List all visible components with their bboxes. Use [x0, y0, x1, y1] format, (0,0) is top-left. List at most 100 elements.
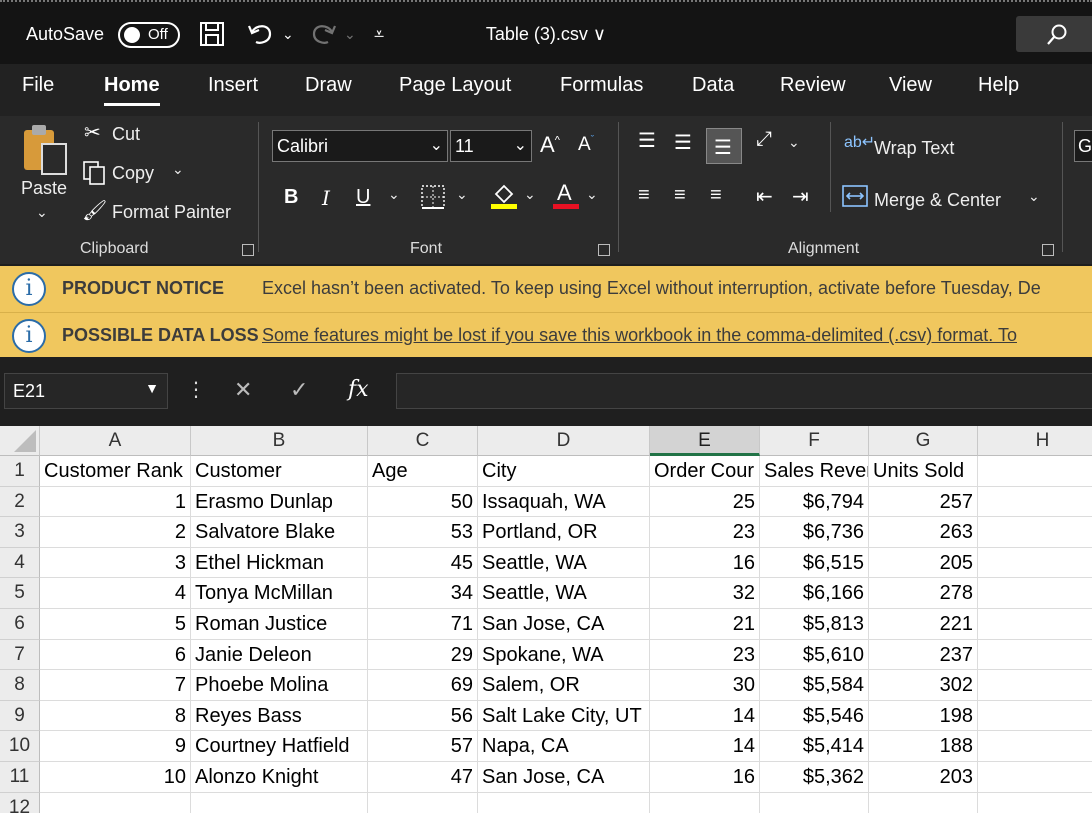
table-cell[interactable]: 56: [368, 700, 478, 732]
table-cell[interactable]: Salem, OR: [478, 670, 650, 701]
table-cell[interactable]: $6,736: [760, 517, 869, 548]
paste-button[interactable]: Paste: [21, 178, 67, 199]
table-cell[interactable]: 29: [368, 639, 478, 671]
header-cell[interactable]: Order Cour: [650, 456, 760, 487]
table-cell[interactable]: 5: [40, 609, 191, 640]
table-cell[interactable]: San Jose, CA: [478, 609, 650, 640]
table-cell[interactable]: $5,813: [760, 609, 869, 640]
table-cell[interactable]: Alonzo Knight: [191, 762, 368, 793]
table-cell[interactable]: 34: [368, 578, 478, 609]
select-all-button[interactable]: [0, 426, 40, 456]
table-cell[interactable]: [978, 548, 1092, 579]
align-left-icon[interactable]: ≡: [638, 184, 650, 207]
table-cell[interactable]: [978, 609, 1092, 640]
column-header-g[interactable]: G: [869, 426, 978, 456]
table-cell[interactable]: Janie Deleon: [191, 639, 368, 671]
paste-dropdown-icon[interactable]: ⌄: [36, 204, 48, 221]
row-header-1[interactable]: 1: [0, 456, 40, 487]
table-cell[interactable]: [978, 793, 1092, 813]
font-color-icon[interactable]: A: [552, 180, 580, 216]
table-cell[interactable]: 302: [869, 670, 978, 701]
orientation-dropdown-icon[interactable]: ⌄: [788, 134, 800, 151]
clipboard-launcher-icon[interactable]: [242, 244, 254, 256]
column-header-a[interactable]: A: [40, 426, 191, 456]
table-cell[interactable]: Erasmo Dunlap: [191, 486, 368, 518]
align-right-icon[interactable]: ≡: [710, 184, 722, 207]
table-cell[interactable]: San Jose, CA: [478, 762, 650, 793]
table-cell[interactable]: 9: [40, 731, 191, 762]
table-cell[interactable]: [978, 701, 1092, 732]
header-cell[interactable]: [978, 456, 1092, 487]
column-header-d[interactable]: D: [478, 426, 650, 456]
italic-button[interactable]: I: [322, 186, 330, 210]
table-cell[interactable]: Reyes Bass: [191, 700, 368, 732]
table-cell[interactable]: 53: [368, 517, 478, 548]
bottom-align-button[interactable]: ☰: [706, 128, 742, 164]
increase-indent-icon[interactable]: ⇥: [792, 184, 809, 209]
header-cell[interactable]: Age: [368, 456, 478, 487]
table-cell[interactable]: [978, 762, 1092, 793]
tab-data[interactable]: Data: [692, 74, 734, 97]
merge-dropdown-icon[interactable]: ⌄: [1028, 188, 1040, 205]
tab-file[interactable]: File: [22, 74, 54, 97]
column-header-e[interactable]: E: [650, 426, 760, 456]
insert-function-button[interactable]: fx: [348, 377, 369, 402]
table-cell[interactable]: Seattle, WA: [478, 578, 650, 609]
table-cell[interactable]: 221: [869, 609, 978, 640]
alignment-launcher-icon[interactable]: [1042, 244, 1054, 256]
tab-home[interactable]: Home: [104, 74, 160, 106]
table-cell[interactable]: 1: [40, 486, 191, 518]
table-cell[interactable]: $5,584: [760, 670, 869, 701]
row-header-8[interactable]: 8: [0, 670, 40, 701]
table-cell[interactable]: 2: [40, 517, 191, 548]
more-options-icon[interactable]: ⋮: [186, 377, 206, 402]
table-cell[interactable]: Tonya McMillan: [191, 578, 368, 609]
header-cell[interactable]: Customer Rank: [40, 456, 191, 487]
row-header-5[interactable]: 5: [0, 578, 40, 609]
table-cell[interactable]: Seattle, WA: [478, 547, 650, 579]
decrease-indent-icon[interactable]: ⇤: [756, 184, 773, 209]
table-cell[interactable]: [869, 792, 978, 813]
table-cell[interactable]: Issaquah, WA: [478, 486, 650, 518]
table-cell[interactable]: 14: [650, 731, 760, 762]
row-header-12[interactable]: 12: [0, 792, 40, 813]
table-cell[interactable]: $5,362: [760, 762, 869, 793]
increase-font-icon[interactable]: A^: [540, 132, 560, 158]
table-cell[interactable]: 69: [368, 670, 478, 701]
table-cell[interactable]: [40, 792, 191, 813]
copy-button[interactable]: Copy: [112, 163, 154, 184]
column-header-f[interactable]: F: [760, 426, 869, 456]
table-cell[interactable]: Napa, CA: [478, 731, 650, 762]
table-cell[interactable]: Salt Lake City, UT: [478, 700, 650, 732]
table-cell[interactable]: 47: [368, 762, 478, 793]
table-cell[interactable]: [650, 792, 760, 813]
table-cell[interactable]: [978, 640, 1092, 671]
table-cell[interactable]: $6,794: [760, 486, 869, 518]
table-cell[interactable]: [478, 792, 650, 813]
table-cell[interactable]: 45: [368, 547, 478, 579]
font-color-dropdown-icon[interactable]: ⌄: [586, 186, 598, 203]
table-cell[interactable]: [191, 792, 368, 813]
tab-help[interactable]: Help: [978, 74, 1019, 97]
tab-view[interactable]: View: [889, 74, 932, 97]
format-painter-button[interactable]: Format Painter: [112, 202, 231, 223]
search-box[interactable]: [1016, 16, 1092, 52]
table-cell[interactable]: 25: [650, 486, 760, 518]
table-cell[interactable]: 71: [368, 609, 478, 640]
table-cell[interactable]: $5,610: [760, 639, 869, 671]
notice-link[interactable]: Some features might be lost if you save …: [262, 325, 1017, 346]
column-header-b[interactable]: B: [191, 426, 368, 456]
table-cell[interactable]: 7: [40, 670, 191, 701]
borders-dropdown-icon[interactable]: ⌄: [456, 186, 468, 203]
table-cell[interactable]: [978, 731, 1092, 762]
table-cell[interactable]: 23: [650, 517, 760, 548]
table-cell[interactable]: 263: [869, 517, 978, 548]
top-align-icon[interactable]: ☰: [638, 128, 656, 153]
table-cell[interactable]: 6: [40, 639, 191, 671]
table-cell[interactable]: 10: [40, 762, 191, 793]
orientation-icon[interactable]: ⤢: [756, 128, 772, 151]
column-header-h[interactable]: H: [978, 426, 1092, 456]
table-cell[interactable]: [978, 517, 1092, 548]
row-header-2[interactable]: 2: [0, 486, 40, 518]
table-cell[interactable]: $6,515: [760, 547, 869, 579]
